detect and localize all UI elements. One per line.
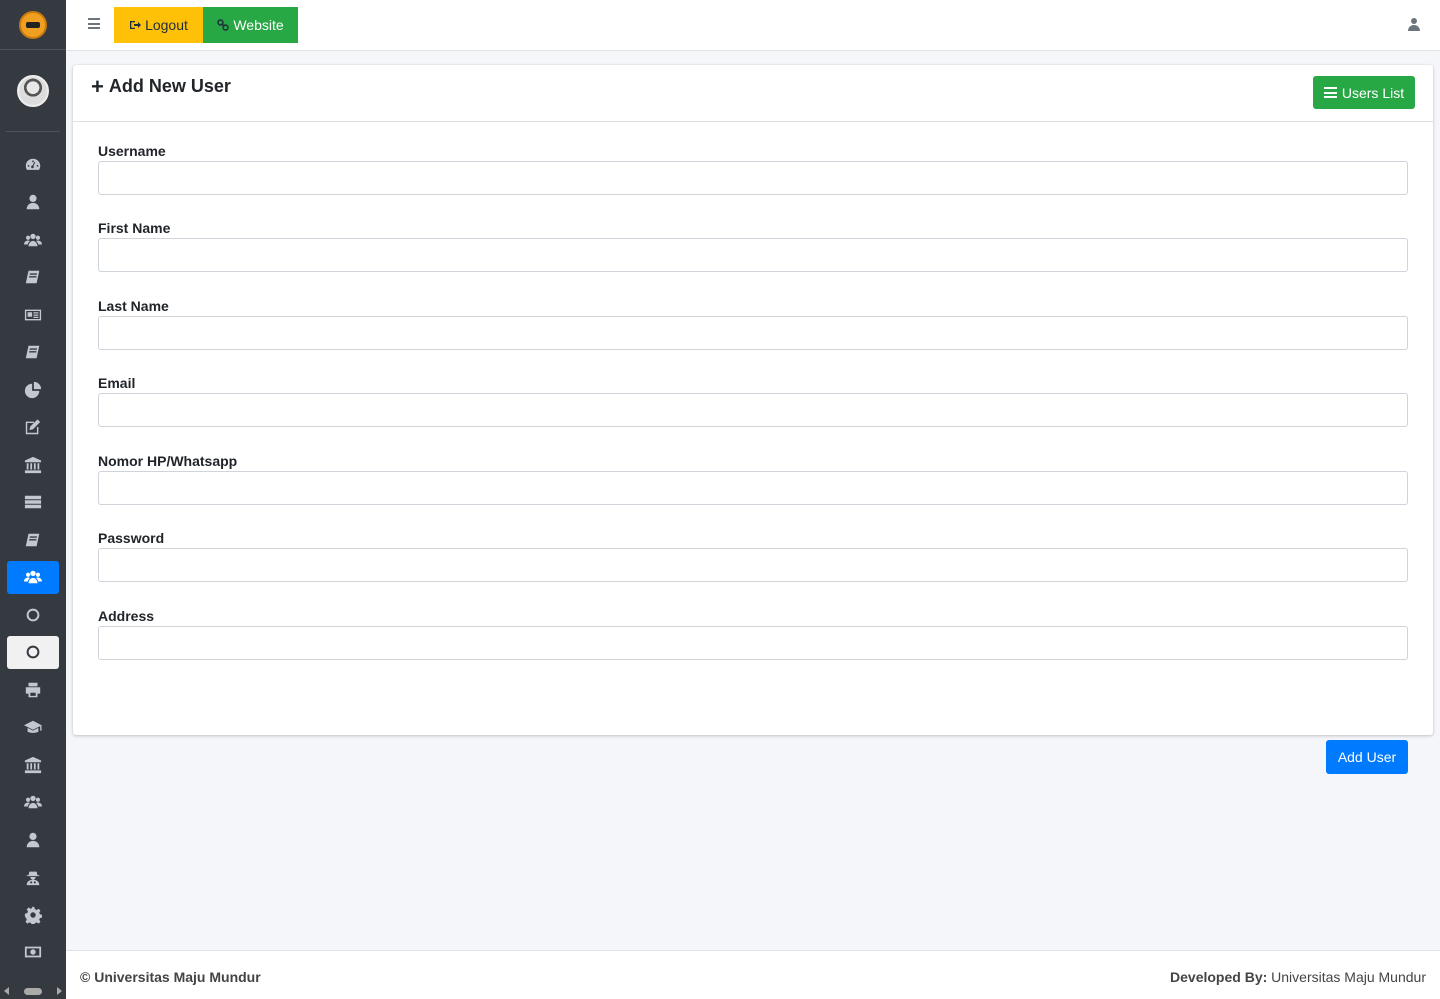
sidebar-item-book-3[interactable] [7,523,59,556]
money-icon [24,946,42,958]
form-group-last-name: Last Name [98,298,1408,350]
card-header: + Add New User Users List [73,65,1433,122]
sidebar-item-institution[interactable] [7,448,59,481]
sidebar-item-book[interactable] [7,261,59,294]
developed-by-value: Universitas Maju Mundur [1271,969,1426,985]
developed-by: Developed By: Universitas Maju Mundur [1170,969,1426,985]
graduation-cap-icon [24,720,42,733]
phone-field[interactable] [98,471,1408,505]
form-group-username: Username [98,143,1408,195]
sidebar-item-server[interactable] [7,486,59,519]
page-title-text: Add New User [108,76,231,96]
users-icon [24,233,42,246]
sidebar-item-graduation[interactable] [7,711,59,744]
sidebar-item-report[interactable] [7,373,59,406]
add-user-card: + Add New User Users List Username First… [73,65,1433,774]
topbar: Logout Website [66,0,1440,51]
form-group-password: Password [98,530,1408,582]
password-label: Password [98,530,165,546]
sidebar-item-edit[interactable] [7,411,59,444]
logout-label: Logout [145,17,188,33]
form-group-email: Email [98,375,1408,427]
first-name-field[interactable] [98,238,1408,272]
copyright-text: © Universitas Maju Mundur [80,969,261,985]
brand-logo [19,10,47,39]
book-icon [25,533,40,546]
first-name-label: First Name [98,220,171,236]
plus-icon: + [91,73,104,99]
sidebar [0,0,66,999]
circle-icon [26,608,40,621]
list-icon [1323,87,1337,98]
dashboard-icon [25,158,41,170]
address-field[interactable] [98,626,1408,660]
developed-by-label: Developed By: [1170,969,1268,985]
username-field[interactable] [98,161,1408,195]
sidebar-item-sub-1[interactable] [7,598,59,631]
user-menu[interactable] [1408,17,1420,31]
email-label: Email [98,375,136,391]
sidebar-item-book-2[interactable] [7,336,59,369]
avatar[interactable] [17,74,49,107]
sidebar-item-user[interactable] [7,186,59,219]
users-icon [24,795,42,809]
institution-icon [24,756,42,773]
form-group-first-name: First Name [98,220,1408,272]
scroll-right-icon[interactable] [57,987,62,995]
user-secret-icon [26,871,40,886]
scroll-thumb[interactable] [24,987,42,995]
menu-toggle-icon[interactable] [88,18,100,29]
logout-button[interactable]: Logout [114,7,203,43]
pie-chart-icon [24,381,42,398]
user-icon [1408,18,1420,31]
edit-icon [25,419,41,435]
user-icon [26,194,40,210]
scroll-left-icon[interactable] [4,987,9,995]
email-field[interactable] [98,393,1408,427]
link-icon [217,19,230,31]
sidebar-item-print[interactable] [7,673,59,706]
sidebar-item-users-active[interactable] [7,560,59,594]
password-field[interactable] [98,548,1408,582]
server-icon [24,495,42,509]
website-label: Website [233,17,284,33]
phone-label: Nomor HP/Whatsapp [98,453,238,469]
page-title: + Add New User [91,73,231,99]
users-icon [24,570,42,584]
institution-icon [24,456,42,473]
footer: © Universitas Maju Mundur Developed By: … [66,950,1440,999]
address-label: Address [98,608,155,624]
users-list-button[interactable]: Users List [1313,76,1415,109]
brand-link[interactable] [0,0,66,50]
sidebar-item-user-secret[interactable] [7,861,59,894]
form-group-phone: Nomor HP/Whatsapp [98,453,1408,505]
sign-out-icon [130,21,142,29]
user-icon [26,832,40,847]
print-icon [25,682,41,697]
sidebar-item-settings[interactable] [7,898,59,931]
sidebar-item-money[interactable] [7,936,59,969]
form-group-address: Address [98,608,1408,660]
username-label: Username [98,143,166,159]
book-icon [25,345,40,359]
last-name-label: Last Name [98,298,169,314]
sidebar-item-user-2[interactable] [7,823,59,856]
sidebar-item-institution-2[interactable] [7,748,59,781]
sidebar-item-users-2[interactable] [7,786,59,819]
circle-icon [26,645,40,659]
users-list-label: Users List [1341,84,1405,101]
gear-icon [24,906,42,924]
book-icon [25,270,40,284]
last-name-field[interactable] [98,316,1408,350]
sidebar-nav [0,148,66,969]
sidebar-item-users[interactable] [7,223,59,256]
sidebar-item-sub-2[interactable] [7,635,59,669]
website-button[interactable]: Website [203,7,298,43]
sidebar-item-dashboard[interactable] [7,148,59,181]
sidebar-item-news[interactable] [7,298,59,331]
user-panel [6,50,60,132]
newspaper-icon [24,309,42,320]
sidebar-scrollbar[interactable] [0,985,66,997]
add-user-button[interactable]: Add User [1326,740,1408,774]
